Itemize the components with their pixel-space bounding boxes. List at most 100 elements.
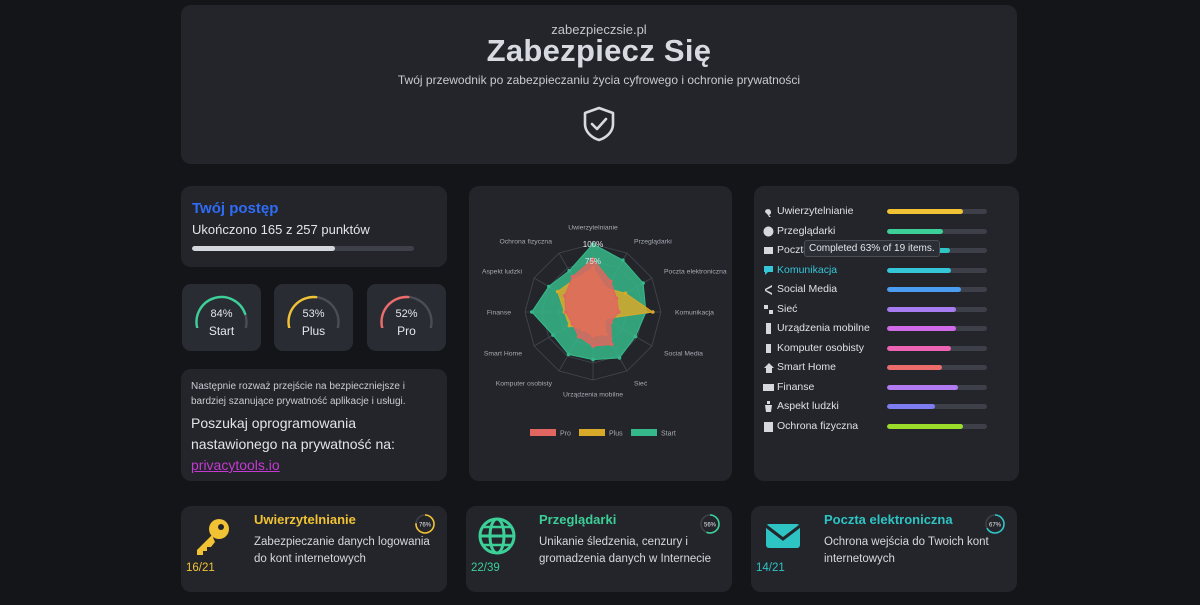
person-icon bbox=[765, 401, 772, 412]
progress-subtitle: Ukończono 165 z 257 punktów bbox=[192, 222, 370, 237]
category-progress-fill bbox=[887, 404, 935, 409]
radar-tick-label: 75% bbox=[585, 257, 601, 266]
category-row[interactable]: Smart Home bbox=[763, 361, 1003, 375]
category-row[interactable]: Sieć bbox=[763, 303, 1003, 317]
category-label: Komunikacja bbox=[777, 263, 838, 276]
category-card-uwierzytelnianie[interactable]: Uwierzytelnianie Zabezpieczanie danych l… bbox=[181, 506, 447, 592]
progress-title: Twój postęp bbox=[192, 200, 279, 217]
category-progress-bar bbox=[887, 209, 987, 214]
radar-chart-card: 100% 75% Uwierzytelnianie Przeglądarki Poczt… bbox=[469, 186, 732, 481]
radar-point bbox=[621, 258, 625, 262]
category-label: Przeglądarki bbox=[777, 224, 836, 237]
radar-point bbox=[567, 269, 571, 273]
legend-label-start: Start bbox=[661, 431, 676, 438]
privacytools-link[interactable]: privacytools.io bbox=[191, 457, 280, 473]
card-description: Zabezpieczanie danych logowania do kont … bbox=[254, 536, 430, 565]
mouse-icon bbox=[766, 343, 771, 353]
key-icon bbox=[765, 209, 771, 217]
shield-check-icon bbox=[583, 106, 615, 142]
radar-point bbox=[633, 334, 638, 339]
radar-axis-label: Finanse bbox=[487, 310, 511, 317]
radar-axis-label: Aspekt ludzki bbox=[482, 269, 523, 276]
envelope-icon bbox=[765, 524, 801, 548]
radar-point bbox=[570, 322, 575, 326]
gauge-percent: 52% bbox=[395, 308, 418, 320]
card-icon bbox=[763, 383, 774, 391]
radar-point bbox=[623, 291, 628, 296]
category-card-przegladarki[interactable]: Przeglądarki Unikanie śledzenia, cenzury… bbox=[466, 506, 732, 592]
category-label: Social Media bbox=[777, 283, 838, 295]
progress-bar-fill bbox=[192, 246, 335, 251]
category-label: Aspekt ludzki bbox=[777, 400, 839, 412]
radar-point bbox=[570, 274, 575, 279]
category-label: Smart Home bbox=[777, 361, 836, 373]
card-title: Przeglądarki bbox=[539, 512, 617, 527]
category-progress-bar bbox=[887, 267, 987, 273]
category-row[interactable]: Przeglądarki bbox=[763, 225, 1003, 239]
legend-swatch-plus bbox=[579, 429, 605, 436]
radar-point bbox=[555, 289, 560, 294]
radar-point bbox=[551, 333, 555, 337]
card-description: Unikanie śledzenia, cenzury i gromadzeni… bbox=[539, 536, 711, 565]
category-row[interactable]: Ochrona fizyczna bbox=[763, 420, 1003, 434]
globe-icon bbox=[763, 226, 774, 236]
gauge-label: Plus bbox=[301, 324, 326, 338]
radar-tick-label: 100% bbox=[583, 240, 603, 249]
category-row[interactable]: Komputer osobisty bbox=[763, 342, 1003, 356]
gauge-plus[interactable]: 53% Plus bbox=[274, 284, 353, 351]
radar-point bbox=[609, 342, 614, 347]
category-row[interactable]: Finanse bbox=[763, 381, 1003, 395]
radar-axis-label: Komputer osobisty bbox=[496, 381, 553, 388]
gauge-label: Start bbox=[208, 324, 235, 338]
gauge-percent: 84% bbox=[210, 308, 233, 320]
card-description: Ochrona wejścia do Twoich kont interneto… bbox=[824, 536, 989, 565]
radar-point bbox=[641, 281, 645, 285]
category-progress-bar bbox=[887, 345, 987, 351]
gauge-start[interactable]: 84% Start bbox=[182, 284, 261, 351]
globe-icon bbox=[478, 517, 516, 555]
info-prompt-block: Poszukaj oprogramowania nastawionego na … bbox=[191, 413, 441, 476]
category-card-poczta[interactable]: Poczta elektroniczna Ochrona wejścia do … bbox=[751, 506, 1017, 592]
smart-home-icon bbox=[764, 363, 774, 373]
envelope-icon bbox=[764, 247, 773, 254]
card-ring-label: 76% bbox=[419, 523, 432, 529]
category-row[interactable]: Uwierzytelnianie bbox=[763, 205, 1003, 219]
category-progress-bar bbox=[887, 306, 987, 312]
radar-point bbox=[564, 310, 568, 314]
card-title: Poczta elektroniczna bbox=[824, 512, 953, 527]
radar-point bbox=[614, 296, 619, 301]
radar-axis-label: Social Media bbox=[664, 351, 703, 358]
radar-point bbox=[591, 344, 595, 348]
legend-swatch-start bbox=[631, 429, 657, 436]
category-label: Urządzenia mobilne bbox=[777, 322, 870, 334]
gauge-label: Pro bbox=[397, 324, 416, 338]
header-card: zabezpieczsie.pl Zabezpiecz Się Twój prz… bbox=[181, 5, 1017, 164]
radar-axis-label: Przeglądarki bbox=[634, 239, 672, 246]
info-card: Następnie rozważ przejście na bezpieczni… bbox=[181, 369, 447, 481]
radar-axis-label: Urządzenia mobilne bbox=[563, 392, 623, 399]
gauge-pro[interactable]: 52% Pro bbox=[367, 284, 446, 351]
category-label: Sieć bbox=[777, 302, 798, 315]
category-row[interactable]: Komunikacja bbox=[763, 264, 1003, 278]
card-progress-ring: 67% bbox=[985, 514, 1005, 534]
category-row[interactable]: Urządzenia mobilne bbox=[763, 322, 1003, 336]
radar-point bbox=[591, 357, 595, 362]
category-progress-bar bbox=[887, 365, 987, 370]
category-progress-fill bbox=[887, 423, 963, 429]
category-progress-fill bbox=[887, 267, 951, 273]
category-progress-bar bbox=[887, 404, 987, 409]
category-progress-bar bbox=[887, 423, 987, 429]
card-count: 16/21 bbox=[186, 562, 215, 574]
chat-icon bbox=[764, 265, 773, 275]
radar-chart: 100% 75% Uwierzytelnianie Przeglądarki Poczt… bbox=[482, 225, 727, 438]
info-prompt: Poszukaj oprogramowania nastawionego na … bbox=[191, 415, 395, 452]
category-progress-fill bbox=[887, 326, 956, 331]
category-tooltip: Completed 63% of 19 items. bbox=[804, 240, 940, 257]
category-label: Komputer osobisty bbox=[777, 341, 864, 354]
share-icon bbox=[765, 285, 772, 295]
radar-point bbox=[617, 310, 621, 314]
radar-axis-label: Poczta elektroniczna bbox=[664, 269, 727, 276]
radar-axis-label: Uwierzytelnianie bbox=[568, 225, 618, 232]
category-row[interactable]: Social Media bbox=[763, 283, 1003, 297]
category-row[interactable]: Aspekt ludzki bbox=[763, 400, 1003, 414]
